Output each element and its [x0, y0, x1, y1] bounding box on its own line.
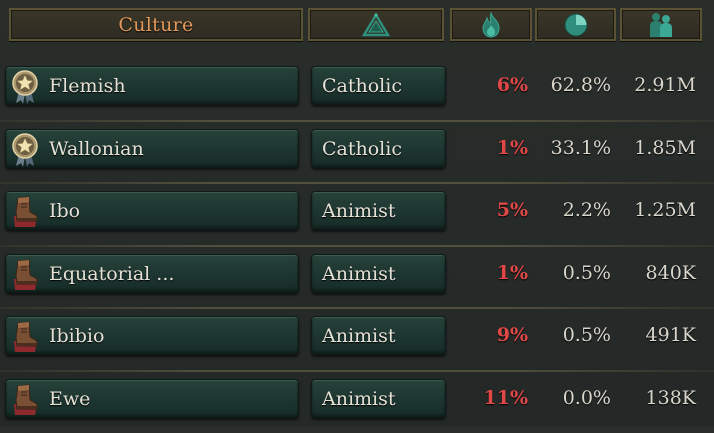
boot-icon: [9, 382, 41, 418]
culture-button[interactable]: Ewe: [5, 378, 299, 418]
religion-button[interactable]: Animist: [311, 253, 446, 293]
share-value: 2.2%: [562, 199, 611, 221]
culture-row: Ibibio Animist 9% 0.5% 491K: [0, 308, 714, 370]
culture-column-header[interactable]: Culture: [9, 8, 303, 41]
culture-button[interactable]: Equatorial ...: [5, 253, 299, 293]
boot-icon: [9, 319, 41, 355]
radicals-value: 1%: [496, 136, 528, 159]
population-value: 2.91M: [634, 74, 696, 96]
radicals-value: 6%: [496, 74, 528, 96]
population-icon: [645, 11, 677, 39]
religion-name: Animist: [322, 325, 396, 347]
population-value: 1.25M: [634, 199, 696, 221]
culture-row: Wallonian Catholic 1% 33.1% 1.85M: [0, 121, 714, 183]
religion-button[interactable]: Catholic: [311, 128, 446, 168]
boot-icon: [9, 257, 41, 293]
religion-name: Animist: [322, 200, 396, 222]
radicals-value: 5%: [496, 199, 528, 221]
culture-button[interactable]: Wallonian: [5, 128, 299, 168]
religion-name: Catholic: [322, 75, 402, 97]
radicals-value: 9%: [496, 324, 528, 346]
culture-name: Equatorial ...: [49, 262, 175, 285]
religion-name: Catholic: [322, 137, 402, 160]
culture-row: Equatorial ... Animist 1% 0.5% 840K: [0, 246, 714, 308]
population-value: 1.85M: [634, 136, 696, 159]
culture-row: Ibo Animist 5% 2.2% 1.25M: [0, 183, 714, 245]
culture-row: Flemish Catholic 6% 62.8% 2.91M: [0, 58, 714, 120]
culture-name: Ewe: [49, 387, 91, 410]
share-value: 0.5%: [562, 261, 611, 284]
religion-name: Animist: [322, 262, 396, 285]
pyramid-icon: [361, 12, 391, 38]
star-medal-icon: [9, 69, 41, 105]
religion-button[interactable]: Catholic: [311, 66, 446, 105]
religion-button[interactable]: Animist: [311, 316, 446, 355]
pie-chart-icon: [562, 11, 590, 39]
culture-name: Ibo: [49, 200, 81, 222]
culture-name: Ibibio: [49, 325, 105, 347]
share-value: 33.1%: [550, 136, 611, 159]
share-value: 0.0%: [562, 386, 611, 409]
culture-header-label: Culture: [118, 13, 194, 36]
flame-icon: [478, 10, 504, 39]
religion-column-header[interactable]: [308, 8, 444, 41]
culture-name: Flemish: [49, 75, 126, 97]
culture-button[interactable]: Ibibio: [5, 316, 299, 355]
population-value: 491K: [645, 324, 696, 346]
religion-button[interactable]: Animist: [311, 191, 446, 230]
boot-icon: [9, 194, 41, 230]
share-value: 62.8%: [550, 74, 611, 96]
religion-button[interactable]: Animist: [311, 378, 446, 418]
share-value: 0.5%: [562, 324, 611, 346]
culture-name: Wallonian: [49, 137, 144, 160]
culture-button[interactable]: Ibo: [5, 191, 299, 230]
star-medal-icon: [9, 132, 41, 168]
share-column-header[interactable]: [535, 8, 616, 41]
culture-button[interactable]: Flemish: [5, 66, 299, 105]
radicals-value: 11%: [483, 386, 529, 409]
culture-row: Ewe Animist 11% 0.0% 138K: [0, 371, 714, 433]
religion-name: Animist: [322, 387, 396, 410]
radicals-value: 1%: [496, 261, 528, 284]
radicals-column-header[interactable]: [450, 8, 532, 41]
population-value: 138K: [645, 386, 696, 409]
population-column-header[interactable]: [620, 8, 702, 41]
population-value: 840K: [645, 261, 696, 284]
